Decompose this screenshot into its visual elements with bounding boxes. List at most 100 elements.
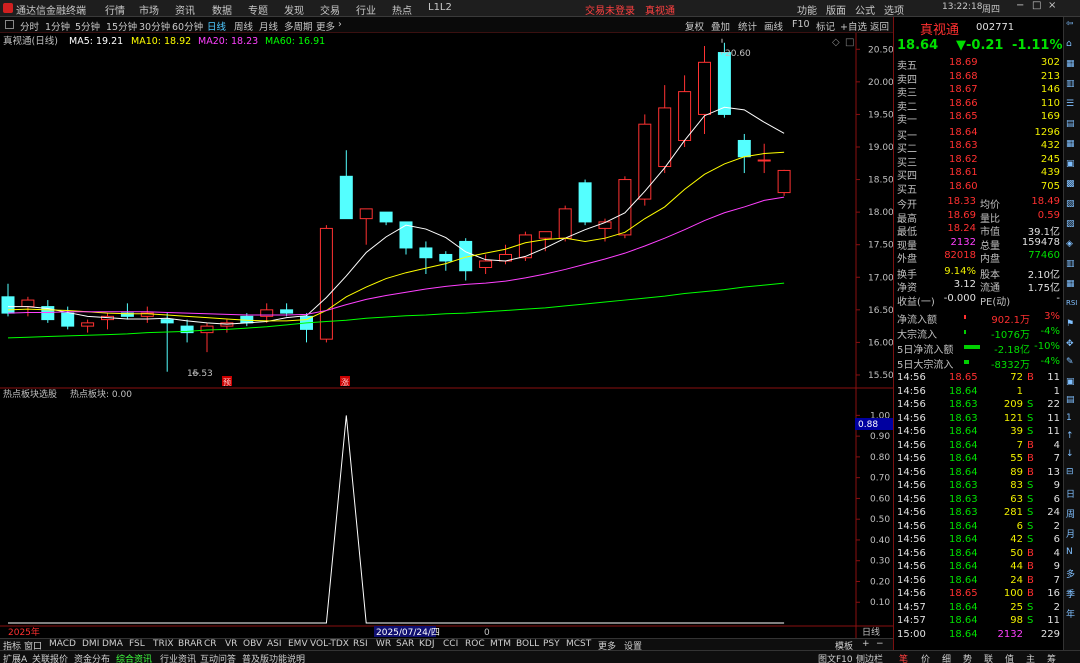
period-tab[interactable]: 30分钟: [139, 19, 170, 33]
minus-icon[interactable]: ⊟: [1066, 467, 1074, 477]
quote-tab[interactable]: 笔: [899, 652, 908, 663]
indicator-tab[interactable]: MTM: [490, 639, 511, 649]
indicator-tab[interactable]: BRAR: [178, 639, 202, 649]
menu-item[interactable]: 专题: [248, 2, 268, 17]
period-tab[interactable]: 更多: [316, 19, 335, 33]
menu-item[interactable]: 市场: [139, 2, 159, 17]
period-tab[interactable]: 15分钟: [106, 19, 137, 33]
table-icon[interactable]: ▦: [1066, 139, 1075, 149]
tool-button[interactable]: 返回: [870, 19, 889, 33]
indicator-tab[interactable]: CR: [204, 639, 217, 649]
indicator-tab[interactable]: PSY: [543, 639, 560, 649]
indicator-tab[interactable]: WR: [376, 639, 391, 649]
tool-button[interactable]: +自选: [840, 19, 867, 33]
more-chevron-icon[interactable]: ›: [338, 19, 342, 30]
menu-item[interactable]: 行情: [105, 2, 125, 17]
indicator-tab[interactable]: MACD: [49, 639, 76, 649]
indicator-tab[interactable]: CCI: [443, 639, 458, 649]
menu-item[interactable]: 功能: [797, 2, 817, 17]
period-tab[interactable]: 周线: [234, 19, 253, 33]
indicator-tab[interactable]: VR: [225, 639, 237, 649]
flag-icon[interactable]: ⚑: [1066, 319, 1074, 329]
period-tab[interactable]: 月线: [259, 19, 278, 33]
zoom-out-button[interactable]: −: [876, 639, 884, 649]
status-tab[interactable]: 综合资讯: [116, 652, 152, 663]
menu-item[interactable]: 版面: [826, 2, 846, 17]
period-tab[interactable]: 5分钟: [75, 19, 100, 33]
zoom-in-button[interactable]: +: [862, 639, 870, 649]
list-icon[interactable]: ☰: [1066, 99, 1074, 109]
rsi-icon[interactable]: RSI: [1066, 299, 1077, 307]
menu-item[interactable]: 交易: [320, 2, 340, 17]
menu-item[interactable]: 资讯: [175, 2, 195, 17]
menu-item[interactable]: 热点: [392, 2, 412, 17]
indicator-tab[interactable]: KDJ: [419, 639, 435, 649]
indicator-tab[interactable]: DMI: [82, 639, 99, 649]
trend-icon[interactable]: ▦: [1066, 279, 1075, 289]
menu-item[interactable]: 选项: [884, 2, 904, 17]
status-tab[interactable]: 普及版功能说明: [242, 652, 305, 663]
tool-button[interactable]: 统计: [738, 19, 757, 33]
indicator-tab[interactable]: MCST: [566, 639, 591, 649]
status-tab[interactable]: 资金分布: [74, 652, 110, 663]
back-arrow-icon[interactable]: ⇦: [1066, 19, 1074, 29]
diamond-icon[interactable]: ◇: [832, 37, 840, 48]
sidebar-period[interactable]: 日: [1066, 487, 1075, 500]
indicator-tab[interactable]: ASI: [267, 639, 282, 649]
down-icon[interactable]: ↓: [1066, 449, 1074, 459]
login-status[interactable]: 交易未登录: [585, 2, 635, 17]
doc-icon[interactable]: ▨: [1066, 219, 1075, 229]
tool-button[interactable]: 叠加: [711, 19, 730, 33]
menu-item[interactable]: 发现: [284, 2, 304, 17]
tool-button[interactable]: 复权: [685, 19, 704, 33]
sidebar-period[interactable]: 月: [1066, 527, 1075, 540]
indicator-tab[interactable]: FSL: [129, 639, 145, 649]
close-icon[interactable]: ×: [1048, 0, 1056, 11]
grid-icon[interactable]: ▦: [1066, 59, 1075, 69]
indicator-tab[interactable]: ROC: [465, 639, 485, 649]
indicator-tab[interactable]: EMV: [288, 639, 308, 649]
signal-icon[interactable]: ▧: [1066, 199, 1075, 209]
sidebar-button[interactable]: 侧边栏: [856, 652, 883, 663]
quote-tab[interactable]: 细: [942, 652, 951, 663]
sidebar-period[interactable]: N: [1066, 547, 1073, 557]
chart-icon[interactable]: ▥: [1066, 79, 1075, 89]
move-icon[interactable]: ✥: [1066, 339, 1074, 349]
one-icon[interactable]: 1: [1066, 413, 1072, 423]
maximize-icon[interactable]: □: [1032, 0, 1041, 11]
news-icon[interactable]: ▣: [1066, 159, 1075, 169]
indicator-tab[interactable]: DMA: [102, 639, 123, 649]
chart-area[interactable]: 20.50 20.00 19.50 19.00 18.50 18.00 17.50 17.00…: [0, 33, 893, 639]
menu-item[interactable]: 数据: [212, 2, 232, 17]
indicator-tab[interactable]: BOLL: [516, 639, 539, 649]
book-icon[interactable]: ▤: [1066, 119, 1075, 129]
indicator-tab[interactable]: OBV: [243, 639, 262, 649]
period-tab[interactable]: 日线: [207, 19, 226, 33]
indicator-tab[interactable]: VOL-TDX: [310, 639, 349, 649]
calendar-icon[interactable]: ▩: [1066, 179, 1075, 189]
stack-icon[interactable]: ▤: [1066, 395, 1075, 405]
menu-item[interactable]: L1L2: [428, 2, 452, 13]
pen-icon[interactable]: ✎: [1066, 357, 1074, 367]
sidebar-period[interactable]: 季: [1066, 587, 1075, 600]
money-icon[interactable]: ◈: [1066, 239, 1073, 249]
quote-tab[interactable]: 主: [1026, 652, 1035, 663]
f10-button[interactable]: 图文F10: [818, 652, 853, 663]
minimize-icon[interactable]: −: [1016, 0, 1024, 11]
period-tab[interactable]: 60分钟: [172, 19, 203, 33]
quote-tab[interactable]: 值: [1005, 652, 1014, 663]
tool-button[interactable]: 画线: [764, 19, 783, 33]
period-tab[interactable]: 1分钟: [45, 19, 70, 33]
quote-tab[interactable]: 联: [984, 652, 993, 663]
status-tab[interactable]: 扩展A: [3, 652, 27, 663]
home-icon[interactable]: ⌂: [1066, 39, 1072, 49]
quote-tab[interactable]: 势: [963, 652, 972, 663]
up-icon[interactable]: ↑: [1066, 431, 1074, 441]
bar-icon[interactable]: ▥: [1066, 259, 1075, 269]
menu-item[interactable]: 公式: [855, 2, 875, 17]
sidebar-period[interactable]: 年: [1066, 607, 1075, 620]
indicator-tab[interactable]: TRIX: [153, 639, 174, 649]
status-tab[interactable]: 关联报价: [32, 652, 68, 663]
period-tab[interactable]: 分时: [20, 19, 39, 33]
sidebar-period[interactable]: 周: [1066, 507, 1075, 520]
